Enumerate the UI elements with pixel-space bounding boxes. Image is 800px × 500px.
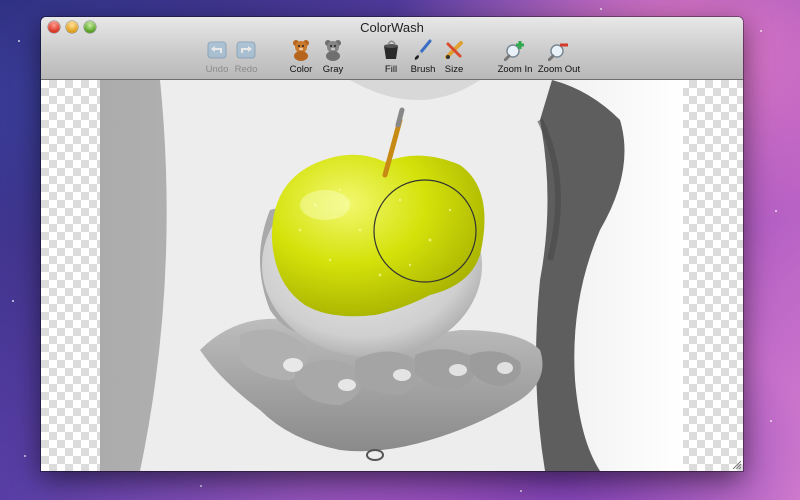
zoom-in-button[interactable]: Zoom In <box>497 39 533 79</box>
gray-button[interactable]: Gray <box>319 39 347 79</box>
zoom-out-button[interactable]: Zoom Out <box>537 39 581 79</box>
size-button[interactable]: Size <box>443 39 465 79</box>
undo-button[interactable]: Undo <box>204 39 230 79</box>
zoom-out-icon <box>548 43 568 61</box>
window-title: ColorWash <box>360 20 424 35</box>
redo-icon <box>236 41 256 59</box>
titlebar: ColorWash Undo Redo Color Gray Fill Brus… <box>41 17 743 80</box>
zoom-in-icon <box>504 41 524 61</box>
teddy-bear-color-icon <box>293 40 309 61</box>
canvas-area[interactable] <box>41 80 743 471</box>
brush-button[interactable]: Brush <box>410 39 436 79</box>
resize-grip-icon[interactable] <box>731 459 741 469</box>
color-button[interactable]: Color <box>287 39 315 79</box>
undo-icon <box>207 41 227 59</box>
paint-bucket-icon <box>384 40 398 59</box>
photo-canvas[interactable] <box>100 80 683 471</box>
size-icon <box>445 41 463 59</box>
teddy-bear-gray-icon <box>325 40 341 61</box>
fill-button[interactable]: Fill <box>379 39 403 79</box>
app-window: ColorWash Undo Redo Color Gray Fill Brus… <box>41 17 743 471</box>
redo-button[interactable]: Redo <box>233 39 259 79</box>
brush-icon <box>414 39 432 60</box>
